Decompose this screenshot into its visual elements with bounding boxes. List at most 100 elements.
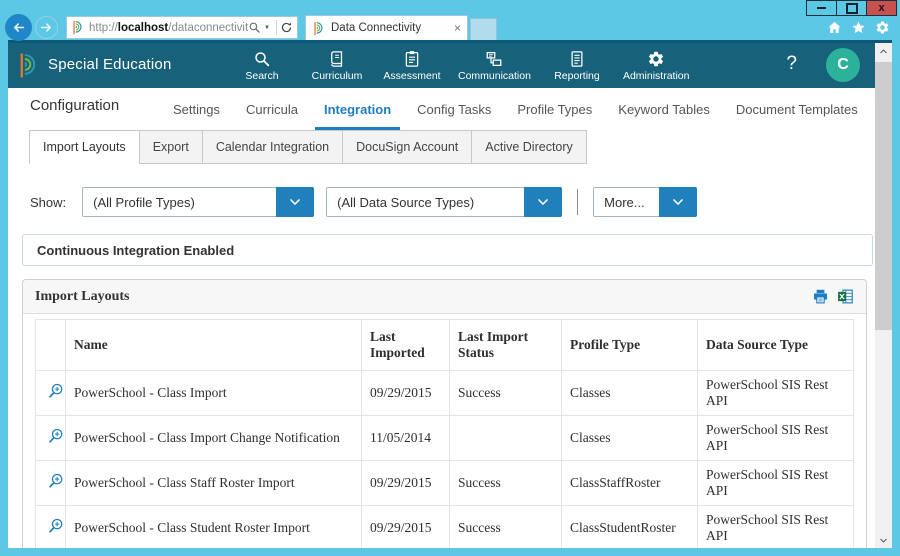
favorites-star-icon[interactable] bbox=[851, 20, 866, 35]
tab-integration[interactable]: Integration bbox=[324, 88, 391, 130]
continuous-integration-banner: Continuous Integration Enabled bbox=[22, 234, 873, 266]
close-icon: x bbox=[878, 3, 884, 14]
cell-last-imported: 11/05/2014 bbox=[362, 416, 450, 461]
zoom-row-icon[interactable] bbox=[47, 427, 65, 445]
powerschool-logo-icon bbox=[17, 52, 39, 79]
zoom-row-icon[interactable] bbox=[47, 517, 65, 535]
table-row: PowerSchool - Class Student Roster Impor… bbox=[36, 506, 854, 549]
scroll-up-arrow-icon[interactable] bbox=[875, 43, 892, 59]
show-label: Show: bbox=[30, 195, 66, 210]
cell-status: Success bbox=[450, 461, 562, 506]
column-header-data-source-type: Data Source Type bbox=[698, 320, 854, 371]
app-title: Special Education bbox=[48, 56, 171, 73]
data-source-type-select[interactable]: (All Data Source Types) bbox=[326, 187, 562, 217]
nav-item-communication[interactable]: Communication bbox=[458, 50, 531, 82]
browser-forward-button[interactable] bbox=[35, 16, 58, 39]
nav-item-reporting[interactable]: Reporting bbox=[548, 50, 606, 82]
minimize-icon bbox=[817, 7, 826, 9]
book-icon bbox=[328, 50, 346, 68]
subtab-docusign-account[interactable]: DocuSign Account bbox=[342, 130, 472, 164]
cell-name: PowerSchool - Class Staff Roster Import bbox=[66, 461, 362, 506]
chevron-down-icon bbox=[536, 195, 550, 209]
avatar[interactable]: C bbox=[826, 48, 860, 82]
excel-export-icon[interactable] bbox=[837, 288, 854, 305]
tab-close-icon[interactable]: × bbox=[454, 22, 461, 34]
page: Special Education Search Curriculum Asse… bbox=[8, 40, 892, 548]
cell-data-source: PowerSchool SIS Rest API bbox=[698, 506, 854, 549]
nav-item-curriculum[interactable]: Curriculum bbox=[308, 50, 366, 82]
subtab-export[interactable]: Export bbox=[139, 130, 203, 164]
tab-profile-types[interactable]: Profile Types bbox=[517, 88, 592, 130]
settings-gear-icon[interactable] bbox=[875, 20, 890, 35]
help-button[interactable]: ? bbox=[786, 53, 797, 75]
nav-item-assessment[interactable]: Assessment bbox=[383, 50, 441, 82]
table-header-row: Name Last Imported Last Import Status Pr… bbox=[36, 320, 854, 371]
table-row: PowerSchool - Class Import Change Notifi… bbox=[36, 416, 854, 461]
table-row: PowerSchool - Class Import 09/29/2015 Su… bbox=[36, 371, 854, 416]
more-dropdown-label: More... bbox=[594, 195, 644, 210]
zoom-row-icon[interactable] bbox=[47, 472, 65, 490]
close-button[interactable]: x bbox=[866, 0, 897, 16]
window-controls: x bbox=[807, 0, 897, 16]
tab-keyword-tables[interactable]: Keyword Tables bbox=[618, 88, 710, 130]
nav-item-search[interactable]: Search bbox=[233, 50, 291, 82]
configuration-header: Configuration Settings Curricula Integra… bbox=[8, 88, 875, 130]
clipboard-icon bbox=[403, 50, 421, 68]
print-icon[interactable] bbox=[812, 288, 829, 305]
zoom-row-icon[interactable] bbox=[47, 382, 65, 400]
browser-back-button[interactable] bbox=[5, 14, 32, 41]
report-icon bbox=[568, 50, 586, 68]
more-dropdown[interactable]: More... bbox=[593, 187, 697, 217]
scrollbar-thumb[interactable] bbox=[875, 62, 892, 330]
minimize-button[interactable] bbox=[806, 0, 837, 16]
column-header-profile-type: Profile Type bbox=[562, 320, 698, 371]
browser-chrome: http://localhost/dataconnectivitylay ▼ D… bbox=[0, 15, 900, 40]
chevron-down-icon bbox=[671, 195, 685, 209]
tab-title: Data Connectivity bbox=[331, 22, 421, 34]
scroll-down-arrow-icon[interactable] bbox=[875, 532, 892, 548]
more-dropdown-chevron[interactable] bbox=[659, 187, 697, 217]
address-bar-divider bbox=[276, 20, 277, 35]
forward-arrow-icon bbox=[39, 20, 54, 35]
tab-settings[interactable]: Settings bbox=[173, 88, 220, 130]
subtab-calendar-integration[interactable]: Calendar Integration bbox=[202, 130, 343, 164]
filter-bar: Show: (All Profile Types) (All Data Sour… bbox=[8, 186, 875, 218]
import-layouts-table: Name Last Imported Last Import Status Pr… bbox=[35, 319, 854, 548]
address-search-icon[interactable] bbox=[248, 21, 261, 34]
cell-status: Success bbox=[450, 371, 562, 416]
profile-type-select-value: (All Profile Types) bbox=[83, 195, 195, 210]
data-source-select-chevron[interactable] bbox=[524, 187, 562, 217]
home-icon[interactable] bbox=[827, 20, 842, 35]
tab-curricula[interactable]: Curricula bbox=[246, 88, 298, 130]
refresh-icon[interactable] bbox=[280, 21, 293, 34]
site-favicon-icon bbox=[71, 20, 84, 35]
new-tab-button[interactable] bbox=[470, 18, 497, 40]
tab-config-tasks[interactable]: Config Tasks bbox=[417, 88, 491, 130]
panel-action-icons bbox=[812, 288, 854, 305]
column-header-last-import-status: Last Import Status bbox=[450, 320, 562, 371]
browser-tab[interactable]: Data Connectivity × bbox=[305, 15, 468, 40]
vertical-scrollbar[interactable] bbox=[875, 43, 892, 548]
cell-last-imported: 09/29/2015 bbox=[362, 506, 450, 549]
browser-window: x http://localhost/dataconnectivitylay ▼… bbox=[0, 0, 900, 556]
cell-data-source: PowerSchool SIS Rest API bbox=[698, 461, 854, 506]
subtab-active-directory[interactable]: Active Directory bbox=[471, 130, 587, 164]
nav-item-administration[interactable]: Administration bbox=[623, 50, 690, 82]
cell-last-imported: 09/29/2015 bbox=[362, 461, 450, 506]
cell-profile-type: Classes bbox=[562, 416, 698, 461]
page-content: Special Education Search Curriculum Asse… bbox=[8, 43, 875, 548]
profile-type-select-chevron[interactable] bbox=[276, 187, 314, 217]
page-title: Configuration bbox=[30, 97, 119, 114]
cell-name: PowerSchool - Class Student Roster Impor… bbox=[66, 506, 362, 549]
url-text: http://localhost/dataconnectivitylay bbox=[89, 22, 248, 34]
integration-subtabs: Import Layouts Export Calendar Integrati… bbox=[8, 130, 875, 164]
column-header-icon bbox=[36, 320, 66, 371]
address-bar[interactable]: http://localhost/dataconnectivitylay ▼ bbox=[66, 16, 298, 39]
address-dropdown-caret-icon[interactable]: ▼ bbox=[264, 25, 270, 31]
tab-document-templates[interactable]: Document Templates bbox=[736, 88, 858, 130]
profile-type-select[interactable]: (All Profile Types) bbox=[82, 187, 314, 217]
maximize-button[interactable] bbox=[836, 0, 867, 16]
subtab-import-layouts[interactable]: Import Layouts bbox=[29, 130, 140, 164]
column-header-name: Name bbox=[66, 320, 362, 371]
table-row: PowerSchool - Class Staff Roster Import … bbox=[36, 461, 854, 506]
